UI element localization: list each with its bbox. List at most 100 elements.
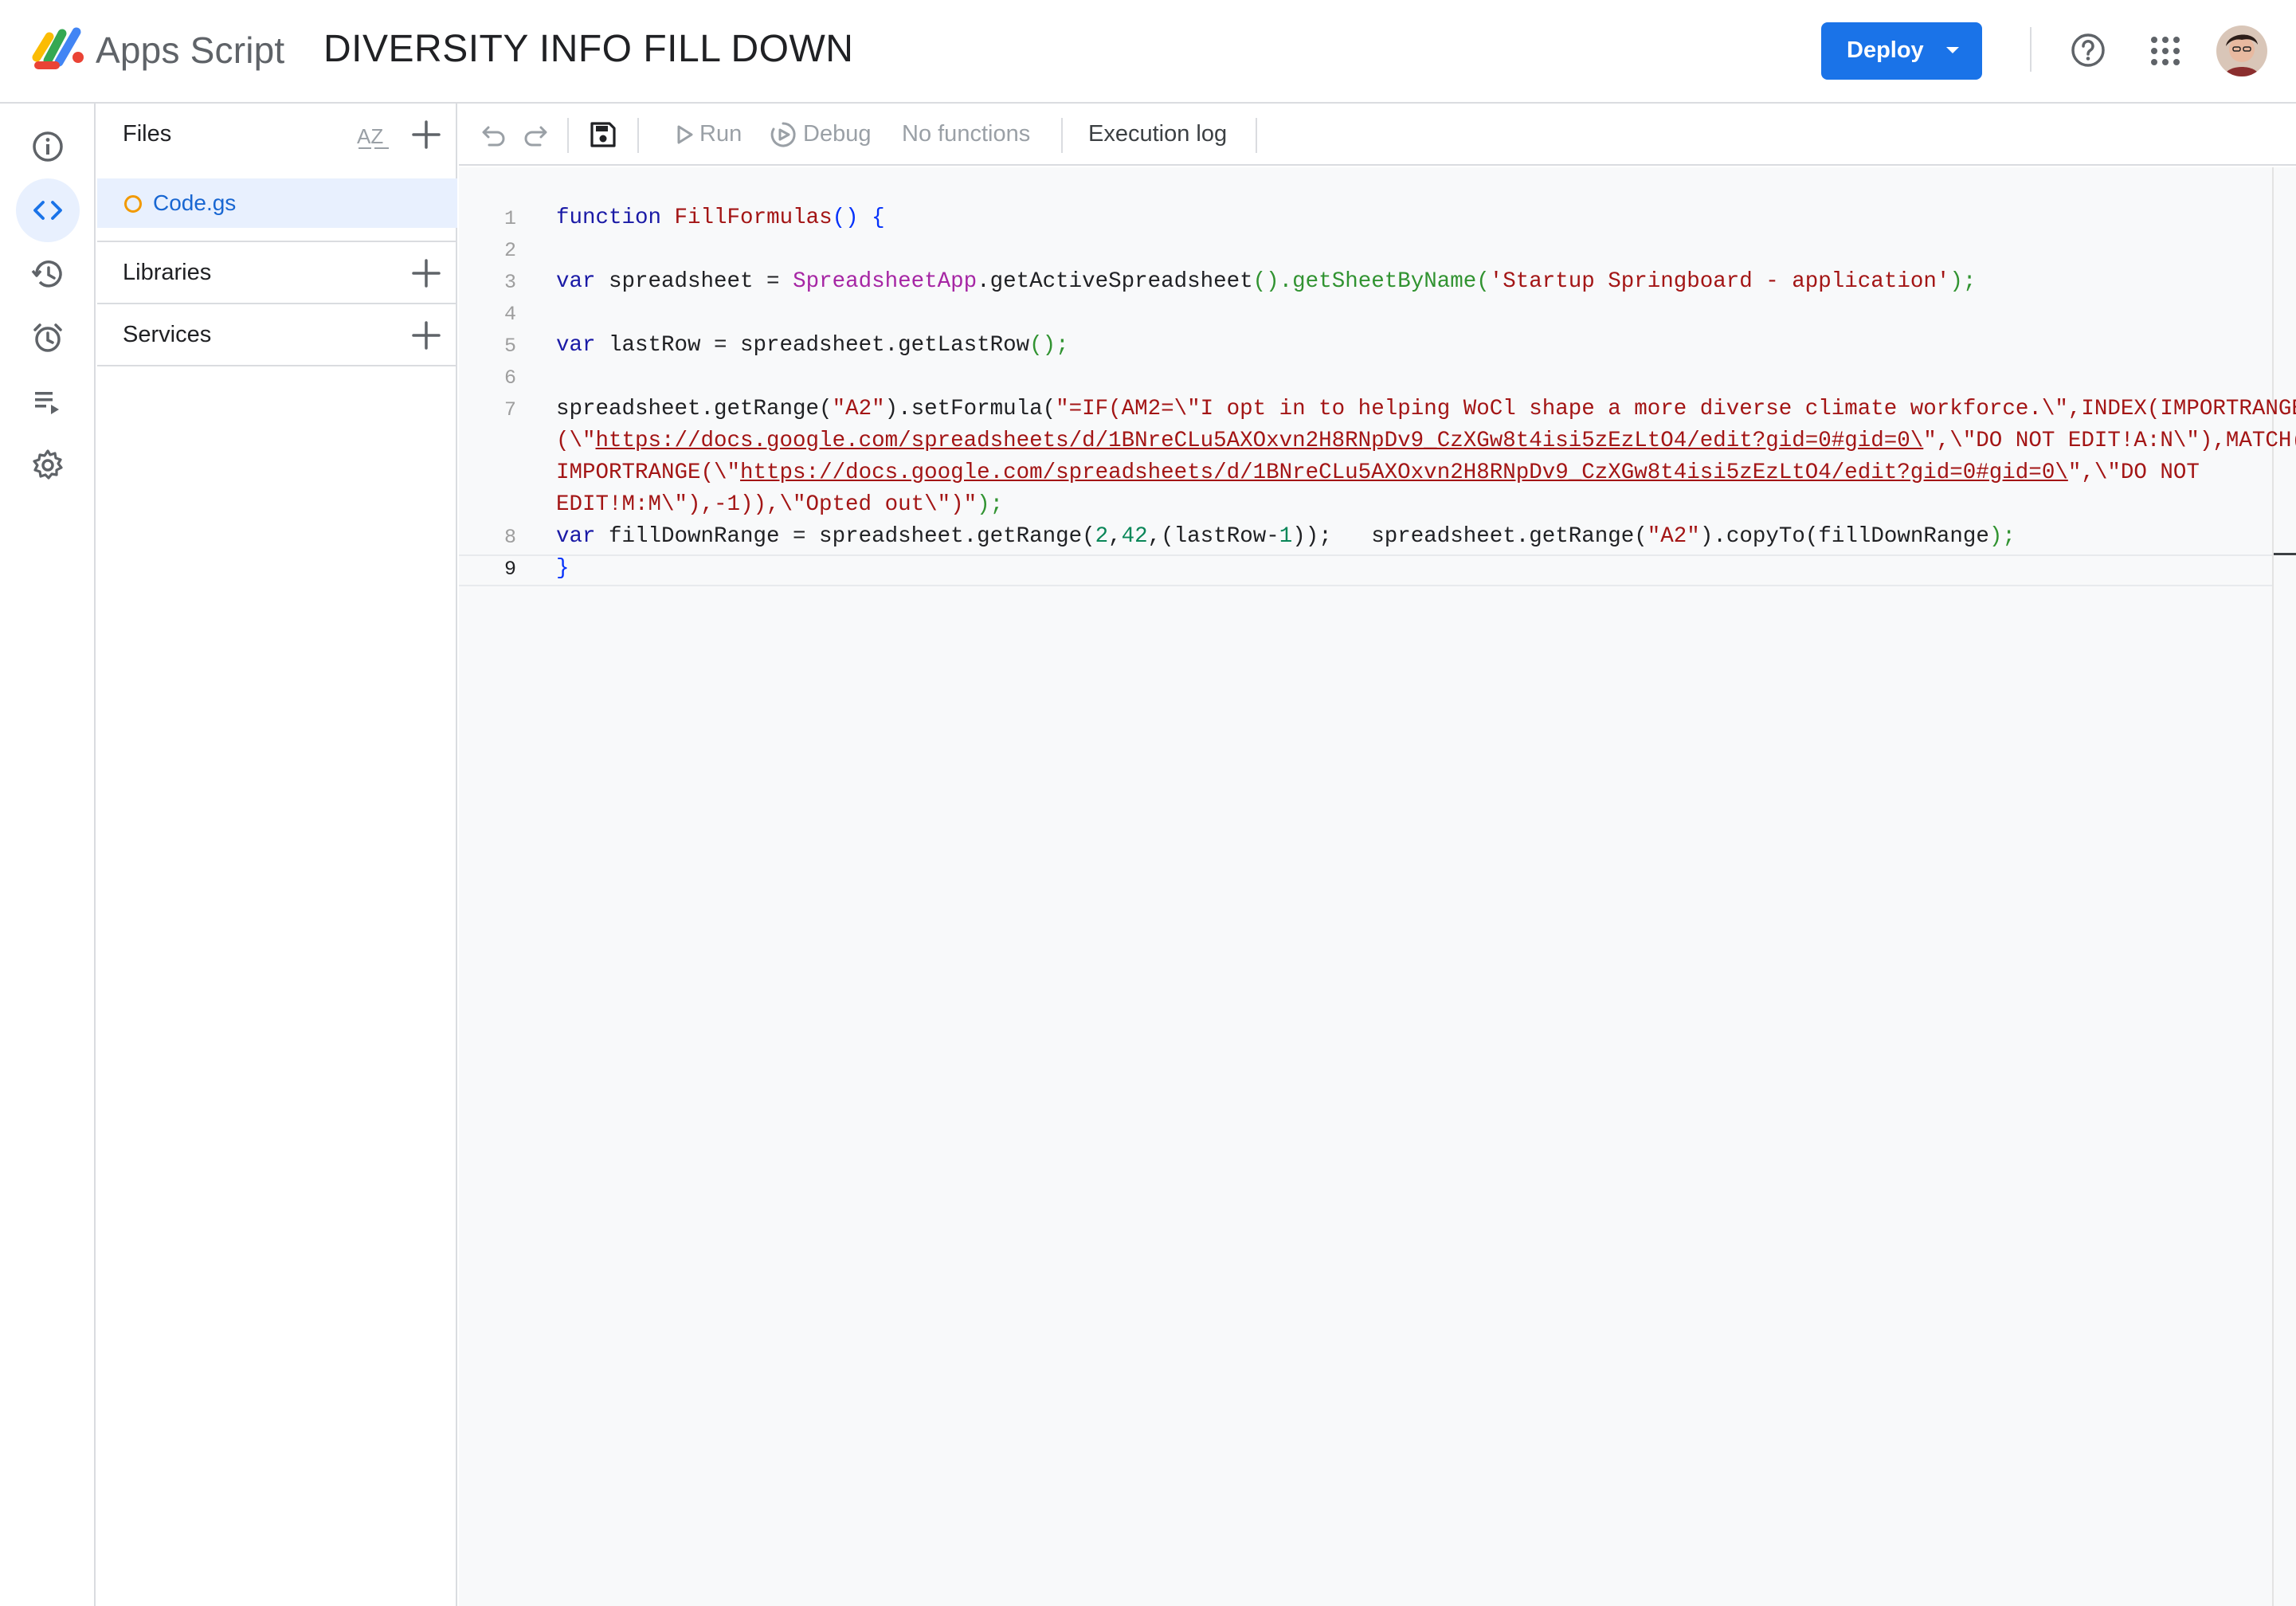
code-token: .getActiveSpreadsheet: [977, 269, 1253, 294]
app-name[interactable]: Apps Script: [96, 29, 284, 72]
code-line-9[interactable]: }: [556, 556, 570, 581]
divider: [97, 365, 457, 366]
code-token: );: [1988, 524, 2016, 549]
code-keyword: var: [556, 333, 596, 358]
info-icon: [33, 131, 63, 162]
code-line-7[interactable]: spreadsheet.getRange("A2").setFormula("=…: [556, 397, 2296, 421]
left-nav-rail: [0, 104, 96, 1606]
svg-text:AZ: AZ: [357, 124, 383, 148]
rail-settings-button[interactable]: [16, 433, 80, 497]
line-number: 4: [503, 303, 516, 326]
file-item-code-gs[interactable]: Code.gs: [97, 178, 457, 228]
code-keyword: var: [556, 524, 596, 549]
code-line-8[interactable]: var fillDownRange = spreadsheet.getRange…: [556, 524, 2016, 549]
files-label: Files: [123, 121, 172, 147]
files-panel: Files AZ Code.gs Libraries Services: [97, 104, 457, 1606]
code-token: )); spreadsheet.getRange(: [1292, 524, 1648, 549]
redo-icon[interactable]: [519, 118, 553, 151]
code-string: ",\"DO NOT EDIT!A:N\"),MATCH(AN2,: [1923, 429, 2296, 453]
undo-icon[interactable]: [476, 118, 510, 151]
code-token: spreadsheet.getRange(: [556, 397, 833, 421]
google-apps-grid-icon[interactable]: [2148, 33, 2183, 69]
code-line-7-wrap-2[interactable]: IMPORTRANGE(\"https://docs.google.com/sp…: [556, 460, 2200, 485]
rail-editor-button[interactable]: [16, 178, 80, 242]
code-line-5[interactable]: var lastRow = spreadsheet.getLastRow();: [556, 333, 1069, 358]
editor-toolbar: Run Debug No functions Execution log: [459, 104, 2296, 166]
save-icon[interactable]: [586, 118, 620, 151]
gear-icon: [33, 449, 63, 480]
files-header: Files AZ: [97, 104, 457, 166]
code-string: EDIT!M:M\"),-1)),\"Opted out\")": [556, 492, 978, 517]
code-token: );: [1949, 269, 1977, 294]
line-number: 8: [503, 526, 516, 549]
account-avatar[interactable]: [2216, 25, 2267, 76]
editor-scrollbar[interactable]: [2272, 167, 2296, 1606]
debug-button[interactable]: Debug: [803, 121, 871, 147]
code-function-name: FillFormulas: [674, 206, 833, 230]
code-line-7-wrap-1[interactable]: (\"https://docs.google.com/spreadsheets/…: [556, 429, 2296, 453]
code-line-1[interactable]: function FillFormulas() {: [556, 206, 885, 230]
code-link[interactable]: https://docs.google.com/spreadsheets/d/1…: [596, 429, 1924, 453]
line-number-current: 9: [503, 558, 516, 581]
history-icon: [31, 260, 62, 288]
execution-log-button[interactable]: Execution log: [1088, 121, 1227, 147]
add-file-plus-icon[interactable]: [409, 118, 443, 151]
current-line-highlight: [459, 554, 2272, 586]
services-section[interactable]: Services: [97, 304, 457, 366]
code-string: (\": [556, 429, 596, 453]
code-number: 1: [1279, 524, 1293, 549]
code-token: ).copyTo(fillDownRange: [1699, 524, 1989, 549]
code-keyword: var: [556, 269, 596, 294]
top-header: Apps Script DIVERSITY INFO FILL DOWN Dep…: [0, 0, 2296, 104]
file-name: Code.gs: [153, 190, 237, 215]
deploy-button-label: Deploy: [1847, 37, 1924, 63]
scrollbar-cursor-marker: [2274, 553, 2296, 555]
line-number: 6: [503, 366, 516, 390]
libraries-label: Libraries: [123, 260, 212, 285]
help-icon[interactable]: [2070, 32, 2106, 69]
line-number: 3: [503, 271, 516, 294]
deploy-button[interactable]: Deploy: [1821, 22, 1982, 80]
line-number: 2: [503, 239, 516, 262]
code-token: ().getSheetByName(: [1252, 269, 1490, 294]
code-editor[interactable]: [459, 167, 2272, 1606]
add-service-plus-icon[interactable]: [409, 319, 443, 352]
code-icon: [33, 201, 62, 220]
apps-script-logo-icon: [32, 27, 84, 69]
add-library-plus-icon[interactable]: [409, 257, 443, 290]
run-play-icon[interactable]: [668, 118, 701, 151]
code-string: "A2": [1647, 524, 1700, 549]
rail-history-button[interactable]: [16, 242, 80, 306]
line-number: 5: [503, 335, 516, 358]
run-button[interactable]: Run: [699, 121, 742, 147]
line-number: 7: [503, 398, 516, 421]
rail-triggers-button[interactable]: [16, 306, 80, 370]
code-string: "=IF(AM2=\"I opt in to helping WoCl shap…: [1056, 397, 2296, 421]
code-token: fillDownRange = spreadsheet.getRange(: [595, 524, 1095, 549]
debug-icon[interactable]: [766, 118, 800, 151]
code-token: lastRow = spreadsheet.getLastRow: [595, 333, 1030, 358]
code-token: ).setFormula(: [884, 397, 1056, 421]
code-token: }: [556, 556, 570, 581]
code-line-3[interactable]: var spreadsheet = SpreadsheetApp.getActi…: [556, 269, 1976, 294]
caret-down-icon[interactable]: [1941, 38, 1965, 62]
rail-overview-button[interactable]: [16, 115, 80, 178]
libraries-section[interactable]: Libraries: [97, 242, 457, 304]
alarm-icon: [33, 323, 62, 352]
sort-az-icon[interactable]: AZ: [355, 118, 392, 153]
code-token: ();: [1029, 333, 1069, 358]
playlist-play-icon: [35, 392, 59, 414]
code-token: () {: [832, 206, 885, 230]
code-string: 'Startup Springboard - application': [1489, 269, 1950, 294]
project-title[interactable]: DIVERSITY INFO FILL DOWN: [323, 27, 853, 71]
function-select[interactable]: No functions: [902, 121, 1030, 147]
code-link[interactable]: https://docs.google.com/spreadsheets/d/1…: [740, 460, 2068, 485]
code-class-name: SpreadsheetApp: [793, 269, 978, 294]
code-string: ",\"DO NOT: [2067, 460, 2200, 485]
code-keyword: function: [556, 206, 662, 230]
toolbar-separator: [1061, 118, 1063, 153]
header-divider: [2030, 27, 2032, 72]
code-line-7-wrap-3[interactable]: EDIT!M:M\"),-1)),\"Opted out\")");: [556, 492, 1003, 517]
toolbar-separator: [1256, 118, 1257, 153]
rail-executions-button[interactable]: [16, 370, 80, 433]
